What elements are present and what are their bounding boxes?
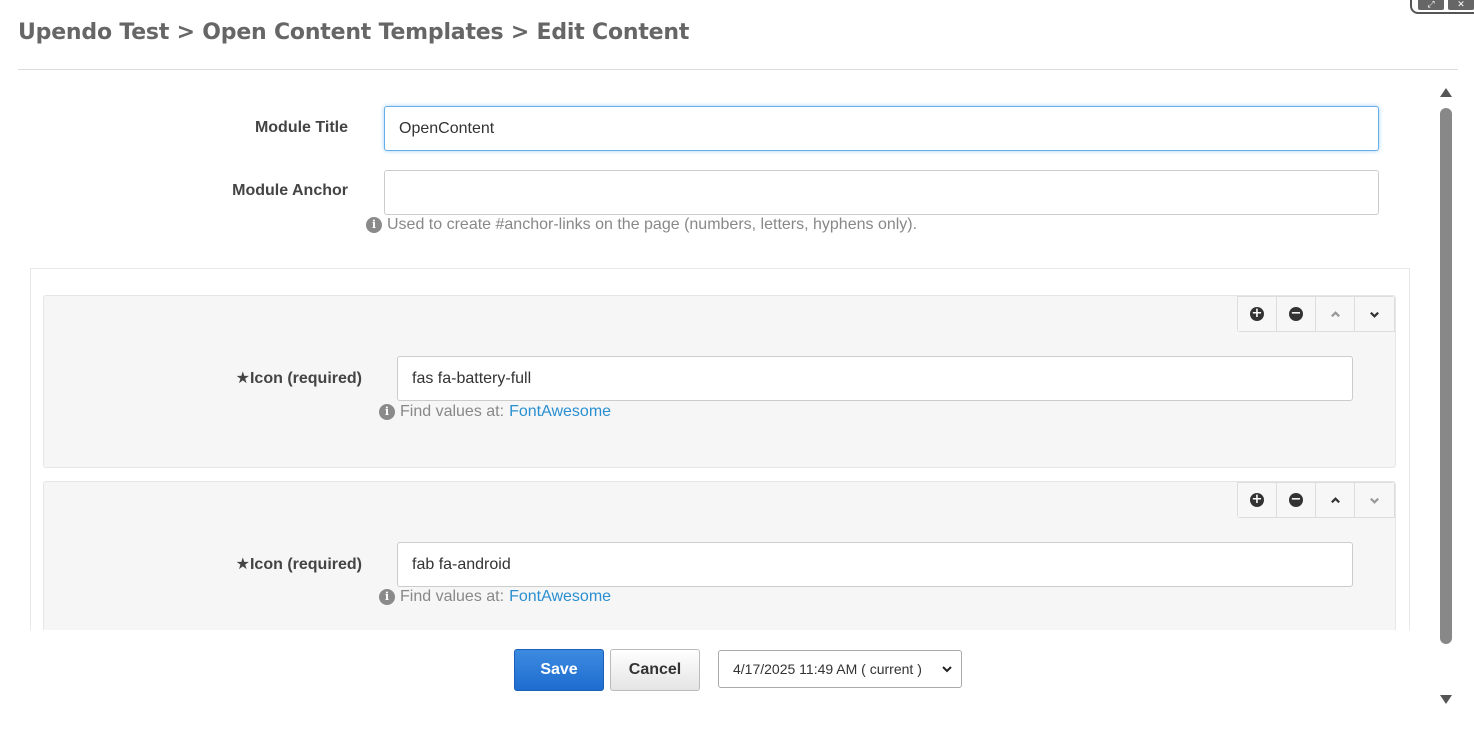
remove-item-button[interactable]: −: [1277, 483, 1316, 517]
module-title-input[interactable]: [384, 106, 1379, 151]
cancel-button[interactable]: Cancel: [610, 649, 700, 691]
window-controls: ⤢ ✕: [1410, 0, 1474, 14]
module-anchor-help: i Used to create #anchor-links on the pa…: [366, 216, 917, 234]
icon-help-text: Find values at:: [400, 588, 505, 605]
move-up-button[interactable]: [1316, 483, 1355, 517]
chevron-up-icon: [1330, 310, 1340, 317]
icon-input[interactable]: [397, 356, 1353, 401]
icon-input[interactable]: [397, 542, 1353, 587]
module-anchor-label: Module Anchor: [232, 182, 348, 199]
icon-field-label: ★Icon (required): [235, 556, 362, 573]
add-item-button[interactable]: +: [1238, 297, 1277, 331]
move-up-button[interactable]: [1316, 297, 1355, 331]
chevron-up-icon: [1330, 496, 1340, 503]
module-anchor-input[interactable]: [384, 170, 1379, 215]
module-title-label: Module Title: [254, 119, 348, 136]
move-down-button[interactable]: [1355, 297, 1394, 331]
add-item-button[interactable]: +: [1238, 483, 1277, 517]
icon-field-label: ★Icon (required): [235, 370, 362, 387]
icon-help-text: Find values at:: [400, 403, 505, 420]
scroll-up-arrow-icon[interactable]: [1440, 88, 1452, 97]
required-star-icon: ★: [235, 556, 250, 573]
icon-help: i Find values at: FontAwesome: [379, 588, 611, 606]
array-item-1: + − ★Icon (required) i Find values at: F…: [43, 295, 1396, 468]
chevron-down-icon: [942, 666, 952, 673]
chevron-down-icon: [1370, 497, 1379, 504]
remove-item-button[interactable]: −: [1277, 297, 1316, 331]
version-select-value: 4/17/2025 11:49 AM ( current ): [733, 661, 922, 677]
version-select[interactable]: 4/17/2025 11:49 AM ( current ): [718, 650, 962, 688]
chevron-down-icon: [1370, 311, 1379, 318]
header-divider: [18, 69, 1458, 70]
item-toolbar: + −: [1237, 482, 1395, 518]
info-icon: i: [379, 589, 395, 605]
minus-circle-icon: −: [1289, 492, 1303, 507]
move-down-button[interactable]: [1355, 483, 1394, 517]
module-anchor-help-text: Used to create #anchor-links on the page…: [387, 216, 918, 233]
close-icon[interactable]: ✕: [1448, 0, 1474, 10]
fontawesome-link[interactable]: FontAwesome: [509, 403, 611, 421]
icon-help: i Find values at: FontAwesome: [379, 403, 611, 421]
plus-circle-icon: +: [1250, 492, 1264, 507]
info-icon: i: [366, 217, 382, 233]
minus-circle-icon: −: [1289, 306, 1303, 321]
fontawesome-link[interactable]: FontAwesome: [509, 588, 611, 606]
info-icon: i: [379, 404, 395, 420]
expand-icon[interactable]: ⤢: [1418, 0, 1444, 10]
save-button[interactable]: Save: [514, 649, 604, 691]
scroll-down-arrow-icon[interactable]: [1440, 695, 1452, 704]
breadcrumb: Upendo Test > Open Content Templates > E…: [18, 20, 690, 45]
required-star-icon: ★: [235, 370, 250, 387]
plus-circle-icon: +: [1250, 306, 1264, 321]
array-item-2: + − ★Icon (required) i Find values at: F…: [43, 481, 1396, 630]
icon-array-container: + − ★Icon (required) i Find values at: F…: [30, 268, 1410, 630]
item-toolbar: + −: [1237, 296, 1395, 332]
vertical-scrollbar[interactable]: [1436, 86, 1456, 708]
scroll-thumb[interactable]: [1440, 108, 1452, 644]
